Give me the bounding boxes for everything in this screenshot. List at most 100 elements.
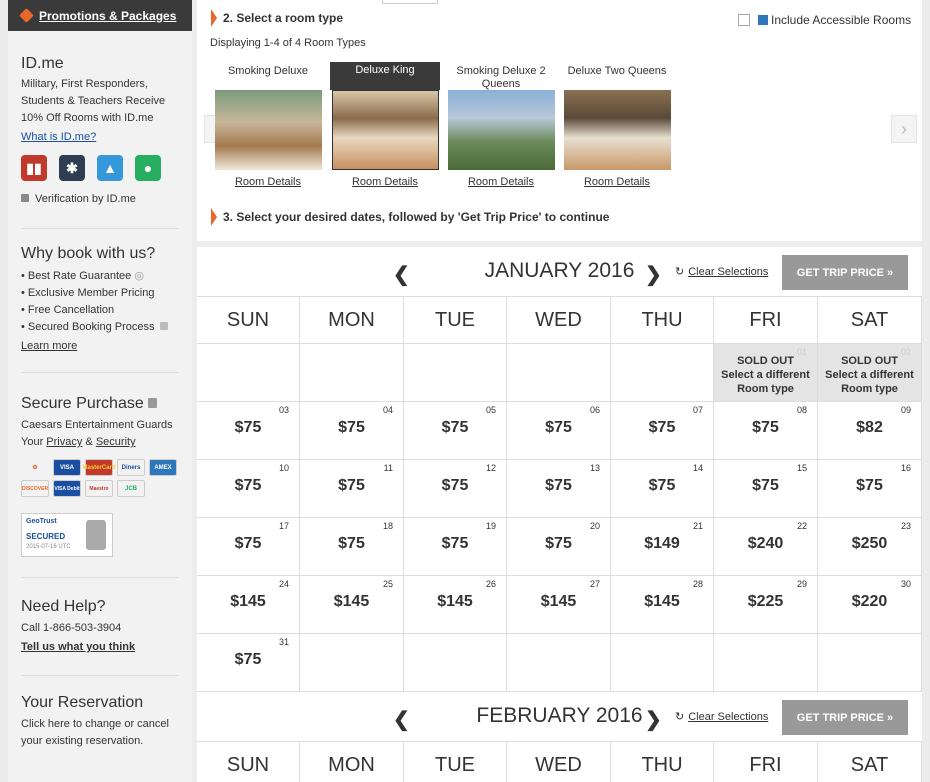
why-item: • Free Cancellation [21, 304, 115, 316]
day-cell[interactable]: 24 $145 [197, 576, 300, 634]
idme-link[interactable]: What is ID.me? [21, 131, 96, 143]
promotions-link[interactable]: Promotions & Packages [39, 9, 176, 23]
accessible-checkbox[interactable] [738, 14, 750, 26]
help-section: Need Help? Call 1-866-503-3904 Tell us w… [8, 578, 192, 655]
main-content: 2. Select a room type Include Accessible… [197, 0, 922, 782]
lock-icon [159, 322, 168, 330]
room-card[interactable]: Deluxe Two Queens Room Details [562, 62, 672, 188]
day-price: $75 [441, 535, 469, 552]
day-cell[interactable]: 20 $75 [507, 518, 611, 576]
reservation-section[interactable]: Your Reservation Click here to change or… [8, 676, 192, 750]
empty-day-cell [507, 634, 611, 692]
day-cell[interactable]: 23 $250 [818, 518, 922, 576]
next-month-icon[interactable]: ❯ [645, 707, 662, 732]
sold-out-day-cell[interactable]: 01 SOLD OUT Select a different Room type [714, 344, 818, 402]
day-number: 07 [692, 405, 703, 415]
clear-selections-button[interactable]: ↻ Clear Selections [675, 710, 768, 723]
day-cell[interactable]: 25 $145 [300, 576, 404, 634]
room-card-selected[interactable]: Deluxe King Room Details [330, 62, 440, 188]
learn-more-link[interactable]: Learn more [21, 340, 77, 352]
weekday-label: WED [507, 297, 611, 344]
prev-month-icon[interactable]: ❮ [393, 707, 410, 732]
day-number: 14 [692, 463, 703, 473]
day-cell[interactable]: 28 $145 [611, 576, 714, 634]
day-price: $75 [234, 651, 262, 668]
displaying-text: Displaying 1-4 of 4 Room Types [210, 37, 366, 49]
day-price: $75 [752, 419, 779, 436]
privacy-link[interactable]: Privacy [46, 436, 82, 448]
day-cell[interactable]: 21 $149 [611, 518, 714, 576]
room-details-link[interactable]: Room Details [330, 176, 440, 188]
day-cell[interactable]: 05 $75 [404, 402, 507, 460]
room-card[interactable]: Smoking Deluxe Room Details [213, 62, 323, 188]
day-cell[interactable]: 18 $75 [300, 518, 404, 576]
get-trip-price-button[interactable]: GET TRIP PRICE » [782, 700, 908, 735]
day-cell[interactable]: 14 $75 [611, 460, 714, 518]
day-cell[interactable]: 11 $75 [300, 460, 404, 518]
day-cell[interactable]: 07 $75 [611, 402, 714, 460]
day-cell[interactable]: 19 $75 [404, 518, 507, 576]
weekday-label: THU [611, 297, 714, 344]
sold-out-day-cell[interactable]: 02 SOLD OUT Select a different Room type [818, 344, 922, 402]
reservation-text[interactable]: Click here to change or cancel your exis… [21, 716, 179, 750]
idme-text: Military, First Responders, Students & T… [21, 78, 166, 124]
empty-day-cell [818, 634, 922, 692]
feedback-link[interactable]: Tell us what you think [21, 641, 135, 653]
room-image[interactable] [331, 90, 439, 170]
day-number: 12 [485, 463, 496, 473]
day-number: 20 [589, 521, 600, 531]
room-details-link[interactable]: Room Details [562, 176, 672, 188]
day-cell[interactable]: 16 $75 [818, 460, 922, 518]
day-number: 24 [278, 579, 289, 589]
teacher-icon[interactable]: ● [135, 155, 161, 181]
day-cell[interactable]: 10 $75 [197, 460, 300, 518]
prev-month-icon[interactable]: ❮ [393, 262, 410, 287]
day-cell[interactable]: 22 $240 [714, 518, 818, 576]
day-price: $220 [851, 593, 888, 610]
day-cell[interactable]: 12 $75 [404, 460, 507, 518]
day-cell[interactable]: 04 $75 [300, 402, 404, 460]
day-cell[interactable]: 29 $225 [714, 576, 818, 634]
day-cell[interactable]: 31 $75 [197, 634, 300, 692]
military-icon[interactable]: ▮▮ [21, 155, 47, 181]
day-cell[interactable]: 06 $75 [507, 402, 611, 460]
room-image[interactable] [563, 90, 671, 170]
day-cell[interactable]: 09 $82 [818, 402, 922, 460]
room-card[interactable]: Smoking Deluxe 2 Queens Room Details [446, 62, 556, 188]
day-cell[interactable]: 15 $75 [714, 460, 818, 518]
security-link[interactable]: Security [96, 436, 136, 448]
room-image[interactable] [214, 90, 322, 170]
day-cell[interactable]: 08 $75 [714, 402, 818, 460]
wheelchair-icon [758, 15, 768, 25]
geotrust-seal[interactable]: GeoTrust SECURED 2015-07-16 UTC [21, 513, 113, 557]
room-image[interactable] [447, 90, 555, 170]
arrow-icon [211, 208, 217, 226]
room-details-link[interactable]: Room Details [446, 176, 556, 188]
day-cell[interactable]: 17 $75 [197, 518, 300, 576]
card-icon: ✿ [32, 465, 38, 471]
secure-line1: Caesars Entertainment Guards [21, 419, 173, 431]
day-cell[interactable]: 13 $75 [507, 460, 611, 518]
weekday-label: FRI [714, 297, 818, 344]
refresh-icon: ↻ [675, 266, 685, 278]
day-number: 15 [796, 463, 807, 473]
day-cell[interactable]: 26 $145 [404, 576, 507, 634]
get-trip-price-button[interactable]: GET TRIP PRICE » [782, 255, 908, 290]
maestro-icon: Maestro [85, 480, 113, 497]
secure-title: Secure Purchase [21, 395, 179, 413]
clear-selections-button[interactable]: ↻ Clear Selections [675, 265, 768, 278]
weekday-label: WED [507, 742, 611, 782]
accessible-toggle[interactable]: Include Accessible Rooms [738, 13, 911, 27]
room-details-link[interactable]: Room Details [213, 176, 323, 188]
day-cell[interactable]: 30 $220 [818, 576, 922, 634]
dropdown-stub[interactable] [382, 0, 438, 4]
next-month-icon[interactable]: ❯ [645, 262, 662, 287]
student-icon[interactable]: ▲ [97, 155, 123, 181]
first-responder-icon[interactable]: ✱ [59, 155, 85, 181]
day-cell[interactable]: 03 $75 [197, 402, 300, 460]
day-cell[interactable]: 27 $145 [507, 576, 611, 634]
day-price: $75 [234, 535, 262, 552]
day-price: $75 [441, 477, 469, 494]
carousel-next[interactable]: › [891, 115, 917, 143]
day-price: $82 [856, 419, 883, 436]
